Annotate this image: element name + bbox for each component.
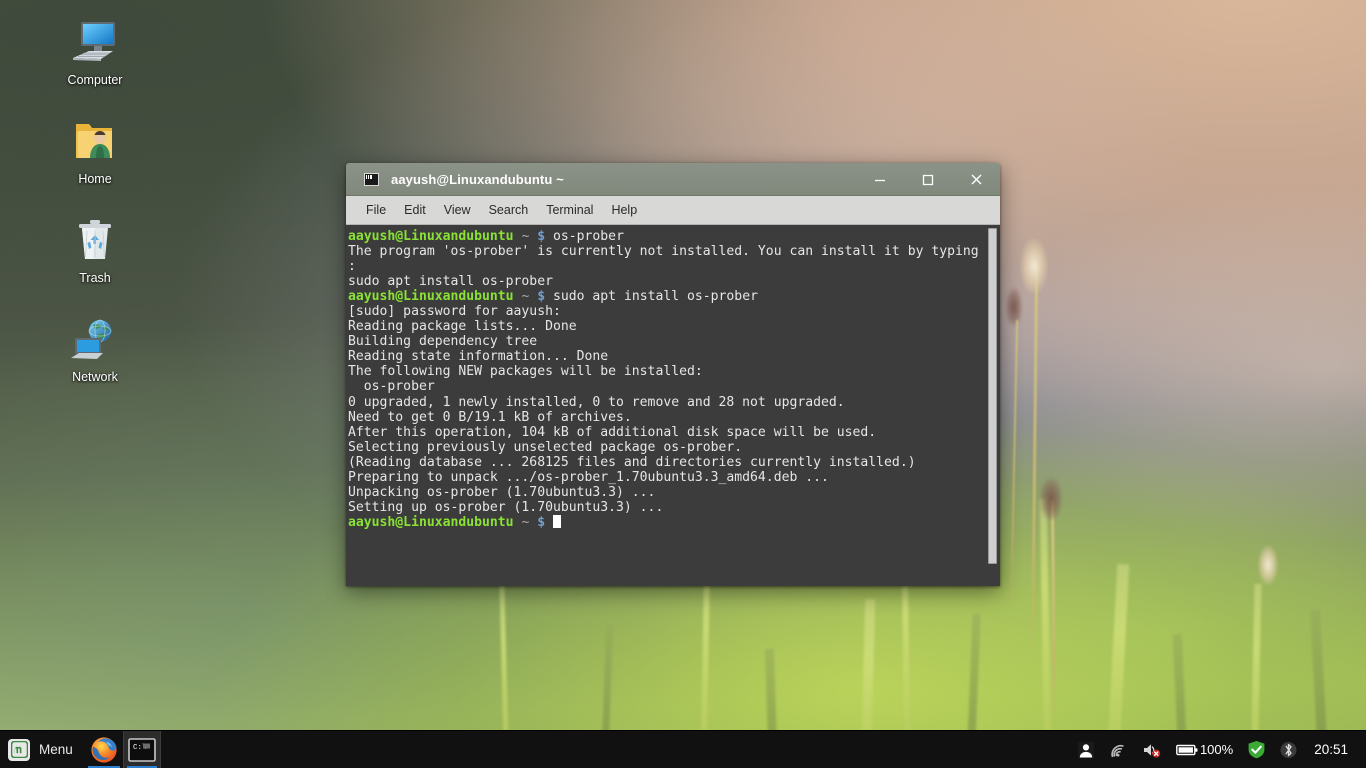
terminal-line: aayush@Linuxandubuntu ~ $ <box>348 515 982 530</box>
terminal-line: os-prober <box>348 379 982 394</box>
terminal-line: sudo apt install os-prober <box>348 274 982 289</box>
terminal-line: : <box>348 259 982 274</box>
menu-button-label: Menu <box>39 742 73 757</box>
grass-seedhead <box>1258 545 1278 585</box>
terminal-window[interactable]: aayush@Linuxandubuntu ~ File Edit View S… <box>346 163 1000 586</box>
close-button[interactable] <box>952 163 1000 196</box>
desktop-icon-label: Network <box>72 370 118 384</box>
terminal-line: Need to get 0 B/19.1 kB of archives. <box>348 410 982 425</box>
linux-mint-logo-icon <box>8 739 30 761</box>
terminal-icon <box>364 173 379 186</box>
menu-item-file[interactable]: File <box>357 200 395 220</box>
terminal-line: Building dependency tree <box>348 334 982 349</box>
desktop-icon-label: Computer <box>68 73 123 87</box>
terminal-scrollbar[interactable] <box>984 225 1000 586</box>
grass-seedhead <box>1020 238 1048 294</box>
bluetooth-icon <box>1280 741 1297 759</box>
terminal-line: The following NEW packages will be insta… <box>348 364 982 379</box>
menu-item-terminal[interactable]: Terminal <box>537 200 602 220</box>
minimize-button[interactable] <box>856 163 904 196</box>
terminal-line: Reading state information... Done <box>348 349 982 364</box>
desktop-icon-home[interactable]: Home <box>40 113 150 212</box>
home-folder-icon <box>67 113 123 169</box>
terminal-line: After this operation, 104 kB of addition… <box>348 425 982 440</box>
desktop-icon-computer[interactable]: Computer <box>40 14 150 113</box>
terminal-line: Unpacking os-prober (1.70ubuntu3.3) ... <box>348 485 982 500</box>
shield-check-icon <box>1247 740 1266 759</box>
tray-update-manager[interactable] <box>1240 731 1273 768</box>
system-tray: 100% 20:51 <box>1070 731 1366 768</box>
desktop-icon-trash[interactable]: Trash <box>40 212 150 311</box>
terminal-line: Reading package lists... Done <box>348 319 982 334</box>
menu-item-search[interactable]: Search <box>480 200 538 220</box>
menu-button[interactable]: Menu <box>0 731 85 768</box>
desktop-icon-label: Home <box>78 172 111 186</box>
maximize-button[interactable] <box>904 163 952 196</box>
scrollbar-thumb[interactable] <box>988 228 997 564</box>
menu-bar: File Edit View Search Terminal Help <box>346 196 1000 225</box>
window-controls <box>856 163 1000 196</box>
tray-bluetooth[interactable] <box>1273 731 1304 768</box>
menu-item-help[interactable]: Help <box>602 200 646 220</box>
terminal-line: aayush@Linuxandubuntu ~ $ os-prober <box>348 229 982 244</box>
terminal-line: 0 upgraded, 1 newly installed, 0 to remo… <box>348 395 982 410</box>
grass-budhead <box>1040 478 1062 520</box>
terminal-line: (Reading database ... 268125 files and d… <box>348 455 982 470</box>
terminal-line: The program 'os-prober' is currently not… <box>348 244 982 259</box>
terminal-body[interactable]: aayush@Linuxandubuntu ~ $ os-proberThe p… <box>346 225 1000 586</box>
launcher-firefox[interactable] <box>85 731 123 768</box>
user-icon <box>1077 741 1095 759</box>
menu-item-edit[interactable]: Edit <box>395 200 435 220</box>
trash-icon <box>67 212 123 268</box>
window-titlebar[interactable]: aayush@Linuxandubuntu ~ <box>346 163 1000 196</box>
speaker-muted-icon <box>1142 741 1162 759</box>
computer-icon <box>67 14 123 70</box>
terminal-cursor <box>553 515 561 528</box>
battery-icon <box>1176 743 1198 757</box>
tray-user-account[interactable] <box>1070 731 1102 768</box>
wifi-icon <box>1109 741 1128 758</box>
terminal-icon: C:\ <box>128 738 156 762</box>
terminal-line: Selecting previously unselected package … <box>348 440 982 455</box>
tray-volume[interactable] <box>1135 731 1169 768</box>
grass-budhead <box>1006 288 1022 326</box>
desktop-icon-grid: Computer Home <box>40 14 150 410</box>
taskbar-clock[interactable]: 20:51 <box>1304 742 1354 757</box>
firefox-icon <box>90 736 118 764</box>
terminal-line: Preparing to unpack .../os-prober_1.70ub… <box>348 470 982 485</box>
terminal-line: Setting up os-prober (1.70ubuntu3.3) ... <box>348 500 982 515</box>
terminal-output[interactable]: aayush@Linuxandubuntu ~ $ os-proberThe p… <box>346 225 984 586</box>
window-title: aayush@Linuxandubuntu ~ <box>391 172 564 187</box>
launcher-terminal[interactable]: C:\ <box>123 731 161 768</box>
menu-item-view[interactable]: View <box>435 200 480 220</box>
taskbar: Menu C:\ <box>0 730 1366 768</box>
tray-network[interactable] <box>1102 731 1135 768</box>
network-icon <box>67 311 123 367</box>
desktop-icon-label: Trash <box>79 271 111 285</box>
desktop-icon-network[interactable]: Network <box>40 311 150 410</box>
terminal-line: [sudo] password for aayush: <box>348 304 982 319</box>
battery-percentage: 100% <box>1200 742 1233 757</box>
tray-battery[interactable]: 100% <box>1169 731 1240 768</box>
terminal-line: aayush@Linuxandubuntu ~ $ sudo apt insta… <box>348 289 982 304</box>
